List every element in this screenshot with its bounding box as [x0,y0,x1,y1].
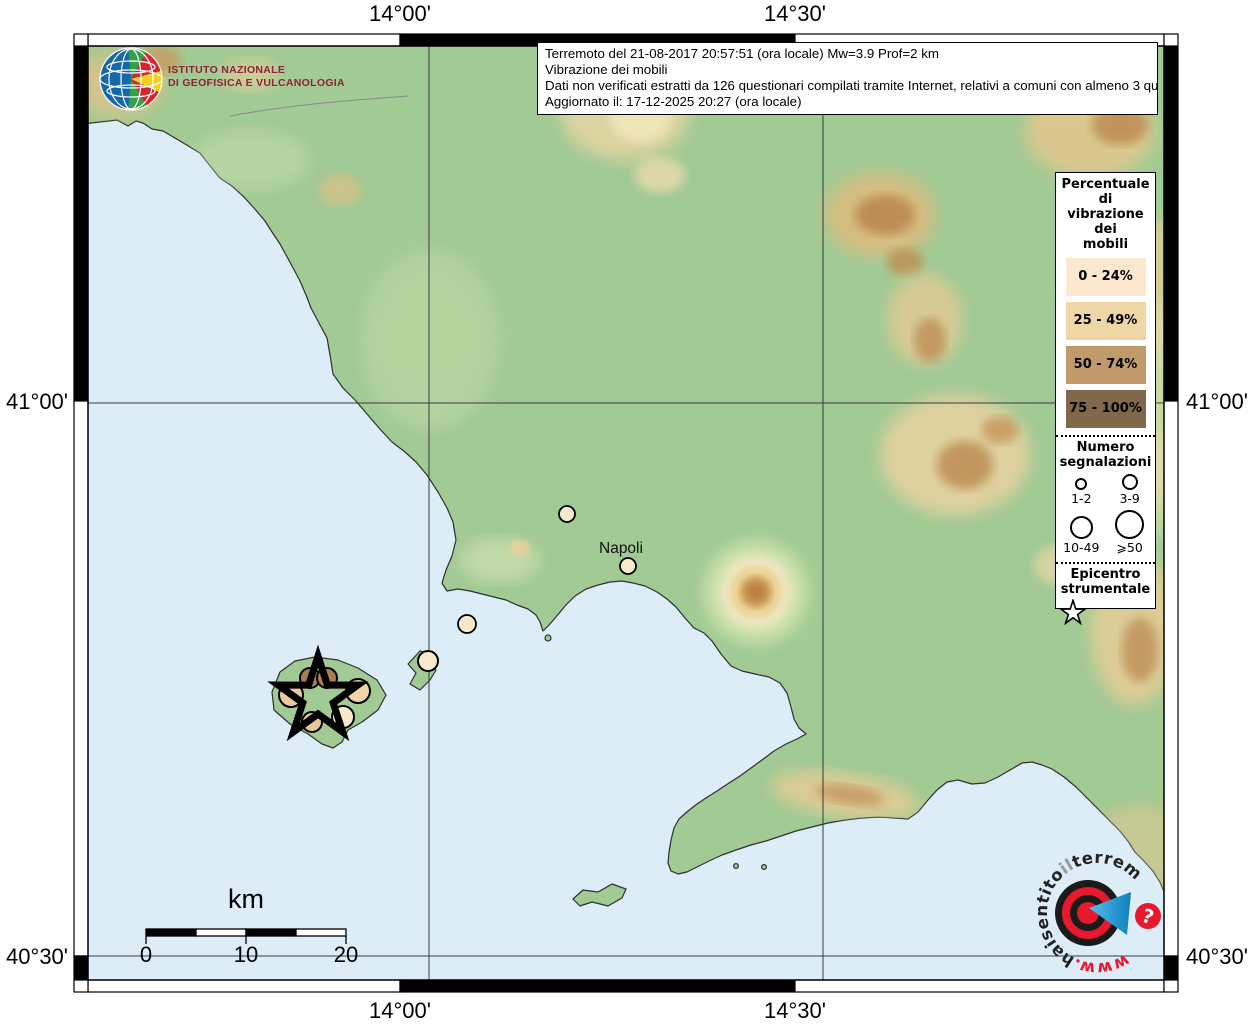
scale-tick-20: 20 [334,942,358,968]
scale-tick-10: 10 [234,942,258,968]
legend-count-title: Numero [1056,440,1155,455]
legend-epicenter-title: Epicentro [1056,567,1155,582]
report-marker [458,615,476,633]
legend-panel: Percentuale di vibrazione dei mobili 0 -… [1055,172,1156,609]
legend-percent-title: Percentuale [1056,177,1155,192]
vesuvius-peak [704,540,808,644]
size-circle-large-icon [1070,516,1093,539]
legend-swatch-75-100: 75 - 100% [1066,390,1146,428]
legend-size-10-49: 10-49 [1058,516,1104,555]
legend-size-50plus: ⩾50 [1107,510,1153,555]
city-label-napoli: Napoli [599,540,643,558]
ingv-name-line2: DI GEOFISICA E VULCANOLOGIA [168,77,345,90]
lon-label-bottom-right: 14°30' [764,998,826,1024]
lat-label-right-top: 41°00' [1186,389,1248,415]
lat-label-left-top: 41°00' [2,389,68,415]
islet [545,635,551,641]
title-line-note: Dati non verificati estratti da 126 ques… [545,78,1150,94]
legend-swatch-50-74: 50 - 74% [1066,346,1146,384]
islet [734,864,739,869]
title-line-event: Terremoto del 21-08-2017 20:57:51 (ora l… [545,46,1150,62]
scale-tick-0: 0 [140,942,152,968]
title-line-type: Vibrazione dei mobili [545,62,1150,78]
lon-label-top-right: 14°30' [764,1,826,27]
size-circle-xlarge-icon [1115,510,1144,539]
title-line-updated: Aggiornato il: 17-12-2025 20:27 (ora loc… [545,94,1150,110]
lat-label-left-bottom: 40°30' [2,944,68,970]
report-marker [418,651,438,671]
scale-unit-label: km [228,884,264,915]
islet [762,865,767,870]
report-marker [620,558,636,574]
title-box: Terremoto del 21-08-2017 20:57:51 (ora l… [537,42,1158,115]
size-circle-medium-icon [1122,474,1138,490]
legend-swatch-25-49: 25 - 49% [1066,302,1146,340]
legend-size-1-2: 1-2 [1058,478,1104,506]
ingv-globe-icon [100,48,162,110]
legend-star-icon [1056,599,1090,629]
ingv-name-line1: ISTITUTO NAZIONALE [168,64,345,77]
legend-size-3-9: 3-9 [1107,474,1153,506]
legend-swatch-0-24: 0 - 24% [1066,258,1146,296]
lon-label-bottom-left: 14°00' [369,998,431,1024]
lon-label-top-left: 14°00' [369,1,431,27]
report-marker [559,506,575,522]
size-circle-small-icon [1075,478,1087,490]
lat-label-right-bottom: 40°30' [1186,944,1248,970]
ingv-logo-text: ISTITUTO NAZIONALE DI GEOFISICA E VULCAN… [168,64,345,89]
